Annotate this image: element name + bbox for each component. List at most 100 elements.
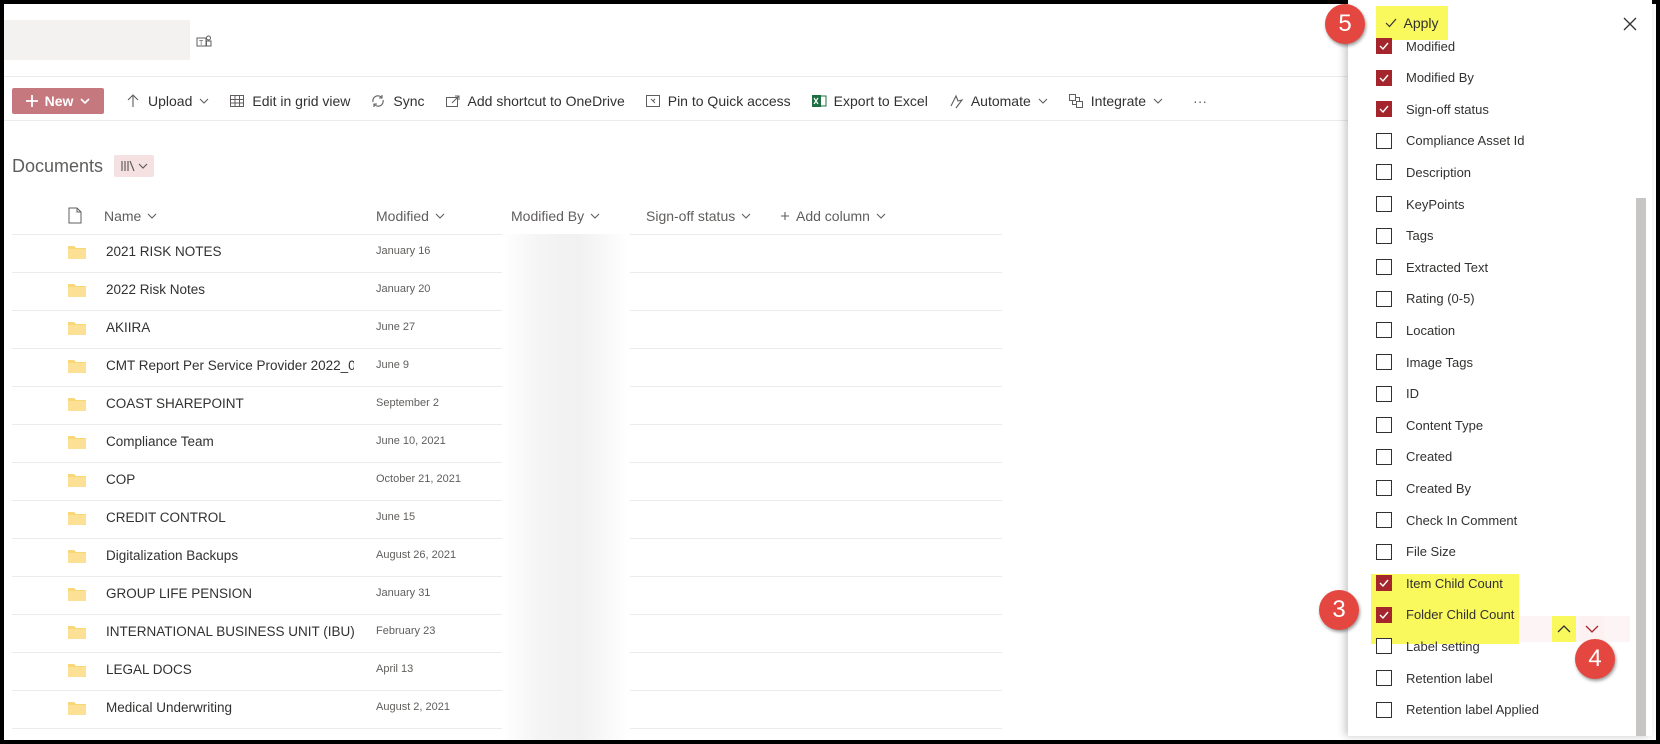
column-option-id[interactable]: ID	[1376, 380, 1419, 408]
folder-name-link[interactable]: 2021 RISK NOTES	[106, 244, 222, 259]
toolbar-item-label: Sync	[393, 93, 425, 109]
column-option-label: Retention label	[1406, 670, 1493, 686]
new-button[interactable]: New	[12, 88, 104, 114]
column-option-item-child-count[interactable]: Item Child Count	[1376, 569, 1503, 597]
checkbox[interactable]	[1376, 385, 1392, 402]
folder-name-link[interactable]: Digitalization Backups	[106, 548, 238, 563]
column-option-extracted-text[interactable]: Extracted Text	[1376, 253, 1488, 281]
toolbar-add-shortcut-to-onedrive-button[interactable]: Add shortcut to OneDrive	[436, 84, 634, 118]
checkbox[interactable]	[1376, 448, 1392, 465]
modified-date: June 27	[376, 321, 416, 333]
toolbar-export-to-excel-button[interactable]: Export to Excel	[802, 84, 937, 118]
folder-name-link[interactable]: Compliance Team	[106, 434, 214, 449]
checkbox[interactable]	[1376, 101, 1392, 118]
toolbar-upload-button[interactable]: Upload	[116, 84, 218, 118]
toolbar-item-label: Add shortcut to OneDrive	[467, 93, 625, 109]
column-option-keypoints[interactable]: KeyPoints	[1376, 190, 1465, 218]
column-option-content-type[interactable]: Content Type	[1376, 411, 1483, 439]
folder-name-link[interactable]: COP	[106, 472, 135, 487]
checkbox[interactable]	[1376, 417, 1392, 434]
modified-date: August 2, 2021	[376, 701, 451, 713]
step-badge-3: 3	[1319, 590, 1359, 630]
column-header-signoff[interactable]: Sign-off status	[646, 204, 751, 228]
column-option-created-by[interactable]: Created By	[1376, 474, 1471, 502]
chevron-down-icon	[1153, 98, 1163, 104]
switch-view-button[interactable]	[114, 155, 154, 177]
step-badge-5: 5	[1325, 4, 1365, 44]
checkbox[interactable]	[1376, 606, 1392, 623]
plus-icon	[781, 212, 789, 220]
column-option-retention-label[interactable]: Retention label	[1376, 664, 1493, 692]
column-option-rating-0-5-[interactable]: Rating (0-5)	[1376, 285, 1475, 313]
upload-icon	[127, 94, 139, 107]
add-column-button[interactable]: Add column	[780, 204, 886, 228]
folder-name-link[interactable]: CREDIT CONTROL	[106, 510, 226, 525]
folder-icon	[68, 322, 86, 335]
column-option-location[interactable]: Location	[1376, 316, 1455, 344]
column-option-folder-child-count[interactable]: Folder Child Count	[1376, 601, 1514, 629]
checkbox[interactable]	[1376, 259, 1392, 276]
folder-name-link[interactable]: GROUP LIFE PENSION	[106, 586, 252, 601]
folder-name-link[interactable]: Medical Underwriting	[106, 700, 232, 715]
column-option-label-setting[interactable]: Label setting	[1376, 632, 1480, 660]
toolbar-automate-button[interactable]: Automate	[939, 84, 1057, 118]
column-option-file-size[interactable]: File Size	[1376, 538, 1456, 566]
toolbar-edit-in-grid-view-button[interactable]: Edit in grid view	[220, 84, 359, 118]
column-header-modified[interactable]: Modified	[376, 204, 445, 228]
folder-name-link[interactable]: CMT Report Per Service Provider 2022_06_…	[106, 358, 354, 373]
column-option-retention-label-applied[interactable]: Retention label Applied	[1376, 696, 1539, 724]
column-option-created[interactable]: Created	[1376, 443, 1452, 471]
checkbox[interactable]	[1376, 670, 1392, 686]
toolbar-sync-button[interactable]: Sync	[361, 84, 433, 118]
checkbox[interactable]	[1376, 322, 1392, 339]
modified-date: January 20	[376, 283, 431, 295]
column-option-label: Item Child Count	[1406, 575, 1503, 591]
integrate-icon	[1068, 94, 1083, 108]
checkbox[interactable]	[1376, 132, 1392, 149]
toolbar-item-label: Pin to Quick access	[667, 93, 791, 109]
modified-date: September 2	[376, 397, 439, 409]
column-option-tags[interactable]: Tags	[1376, 222, 1433, 250]
move-up-button[interactable]	[1552, 616, 1576, 642]
column-option-check-in-comment[interactable]: Check In Comment	[1376, 506, 1517, 534]
folder-name-link[interactable]: 2022 Risk Notes	[106, 282, 205, 297]
column-option-sign-off-status[interactable]: Sign-off status	[1376, 95, 1489, 123]
teams-icon[interactable]: T	[196, 34, 212, 50]
site-logo-redacted	[4, 20, 190, 60]
folder-name-link[interactable]: LEGAL DOCS	[106, 662, 192, 677]
folder-name-link[interactable]: INTERNATIONAL BUSINESS UNIT (IBU)	[106, 624, 354, 639]
column-option-modified[interactable]: Modified	[1376, 32, 1455, 60]
column-option-description[interactable]: Description	[1376, 158, 1471, 186]
checkbox[interactable]	[1376, 38, 1392, 54]
checkbox[interactable]	[1376, 227, 1392, 244]
column-option-modified-by[interactable]: Modified By	[1376, 64, 1474, 92]
checkbox[interactable]	[1376, 512, 1392, 528]
toolbar-pin-to-quick-access-button[interactable]: Pin to Quick access	[636, 84, 800, 118]
checkbox[interactable]	[1376, 480, 1392, 497]
column-option-compliance-asset-id[interactable]: Compliance Asset Id	[1376, 127, 1525, 155]
checkbox[interactable]	[1376, 164, 1392, 181]
checkbox[interactable]	[1376, 354, 1392, 370]
checkbox[interactable]	[1376, 575, 1392, 592]
checkmark-icon	[1379, 74, 1389, 82]
checkbox[interactable]	[1376, 69, 1392, 86]
checkbox[interactable]	[1376, 638, 1392, 655]
folder-name-link[interactable]: COAST SHAREPOINT	[106, 396, 244, 411]
more-icon: ···	[1193, 93, 1208, 109]
chevron-up-icon	[1557, 625, 1571, 633]
more-commands-button[interactable]: ···	[1184, 84, 1216, 118]
checkbox[interactable]	[1376, 701, 1392, 718]
column-header-name[interactable]: Name	[104, 204, 157, 228]
checkbox[interactable]	[1376, 543, 1392, 560]
checkbox[interactable]	[1376, 196, 1392, 212]
toolbar-integrate-button[interactable]: Integrate	[1059, 84, 1172, 118]
close-icon[interactable]	[1622, 16, 1638, 32]
column-option-image-tags[interactable]: Image Tags	[1376, 348, 1473, 376]
panel-scrollbar[interactable]	[1636, 198, 1646, 736]
checkmark-icon	[1379, 579, 1389, 588]
checkbox[interactable]	[1376, 290, 1392, 307]
column-header-modified-by[interactable]: Modified By	[511, 204, 600, 228]
folder-name-link[interactable]: AKIIRA	[106, 320, 150, 335]
move-down-button[interactable]	[1580, 616, 1604, 642]
folder-icon	[68, 474, 86, 487]
